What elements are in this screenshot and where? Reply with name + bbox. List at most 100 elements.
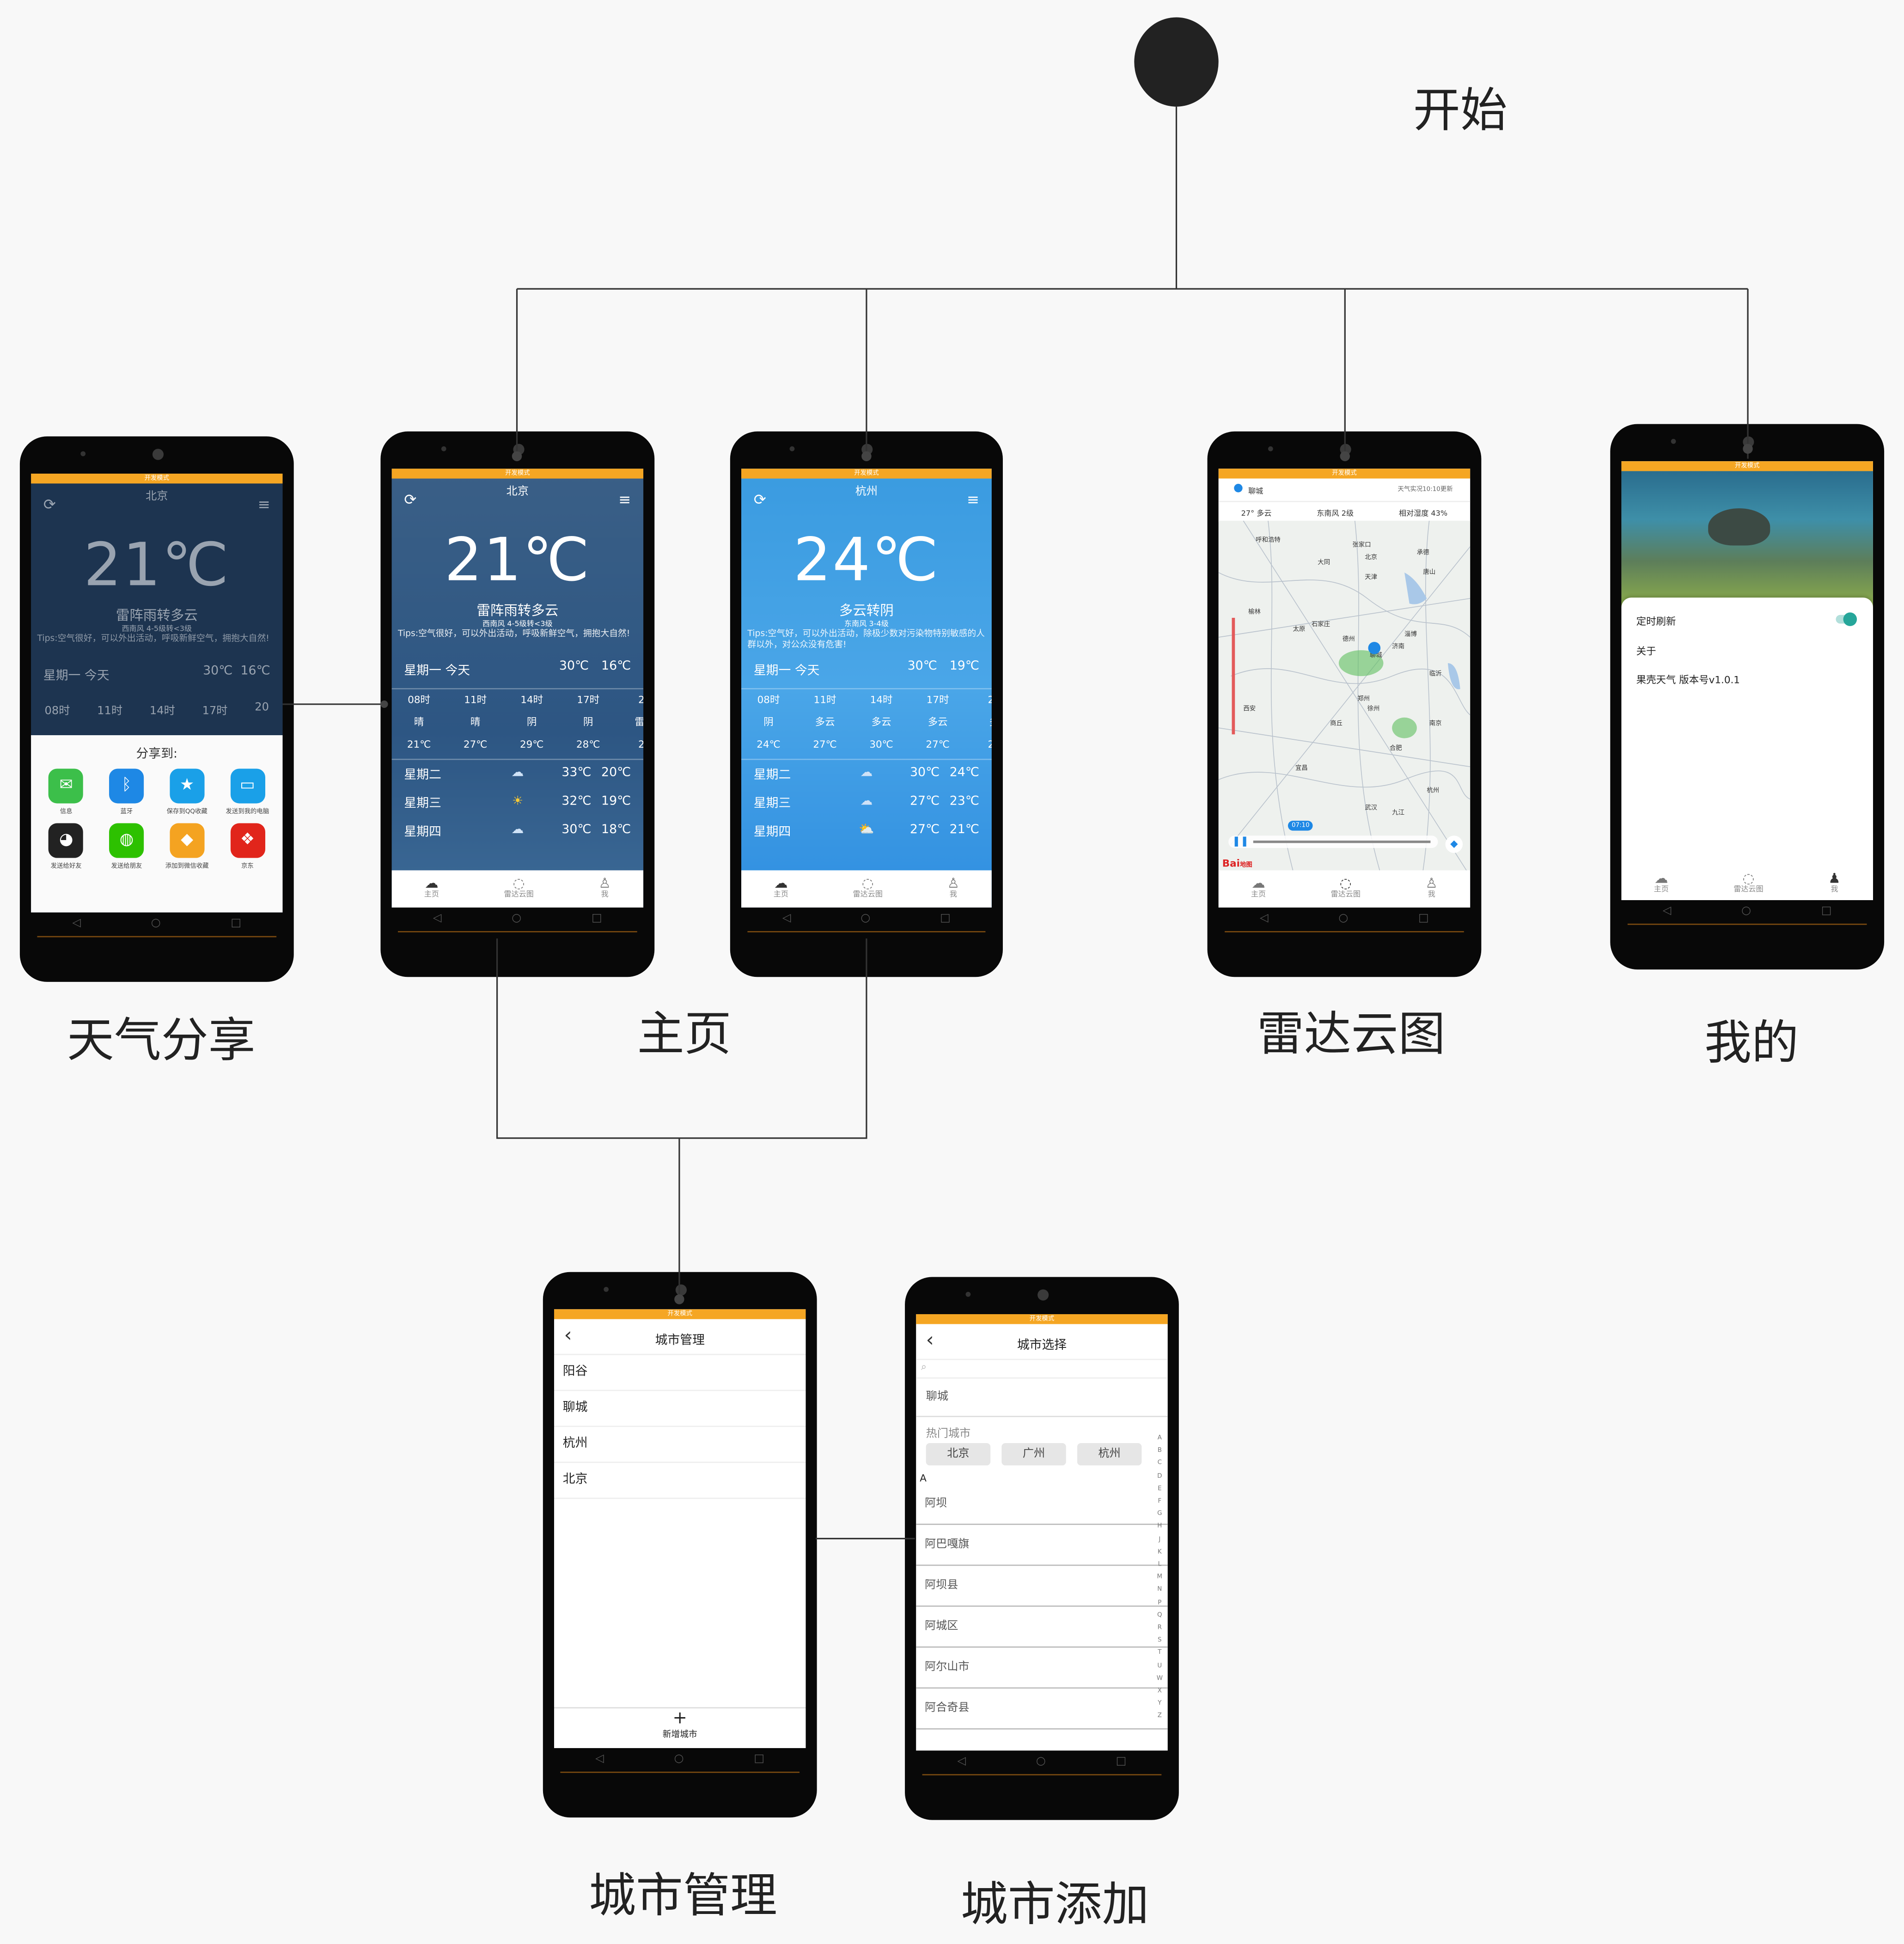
index-letter[interactable]: E [1157,1482,1163,1495]
tab-me[interactable]: ♙ 我 [1425,877,1437,900]
current-city[interactable]: 聊城 [916,1378,1168,1417]
tab-radar[interactable]: ◌ 雷达云图 [1733,871,1763,895]
index-letter[interactable]: A [1157,1432,1163,1444]
pause-icon[interactable]: ❚❚ [1232,835,1249,847]
index-letter[interactable]: S [1157,1634,1163,1647]
back-key-icon[interactable]: ◁ [595,1753,604,1766]
map-marker-icon: ● [1367,638,1382,657]
tab-home[interactable]: ☁ 主页 [424,877,439,900]
day-row[interactable]: 星期三 ☀ 32℃ 19℃ [404,787,631,816]
recent-key-icon[interactable]: □ [1116,1755,1127,1768]
home-key-icon[interactable]: ○ [1338,913,1348,925]
alphabet-index[interactable]: ABCDEFGHJKLMNPQRSTUWXYZ [1157,1432,1163,1723]
tab-home[interactable]: ☁ 主页 [1251,877,1266,900]
index-letter[interactable]: J [1157,1533,1163,1546]
index-letter[interactable]: T [1157,1647,1163,1659]
list-item[interactable]: 阿巴嘎旗 [916,1525,1168,1566]
index-letter[interactable]: D [1157,1470,1163,1482]
refresh-toggle[interactable] [1836,612,1857,626]
index-letter[interactable]: R [1157,1621,1163,1634]
home-key-icon[interactable]: ○ [1741,905,1751,918]
tab-home[interactable]: ☁ 主页 [774,877,788,900]
layers-icon[interactable]: ◆ [1445,835,1463,853]
list-item[interactable]: 北京 [554,1463,806,1499]
setting-about[interactable]: 关于 [1636,645,1656,658]
index-letter[interactable]: H [1157,1520,1163,1533]
index-letter[interactable]: P [1157,1597,1163,1609]
search-input[interactable]: ⌕ [916,1360,1168,1379]
hot-city-chip[interactable]: 广州 [1001,1443,1066,1466]
back-key-icon[interactable]: ◁ [1260,913,1269,925]
list-item[interactable]: 聊城 [554,1391,806,1427]
list-item[interactable]: 阿坝县 [916,1566,1168,1607]
list-item[interactable]: 阳谷 [554,1355,806,1391]
hot-city-chip[interactable]: 北京 [926,1443,991,1466]
index-letter[interactable]: N [1157,1584,1163,1596]
home-key-icon[interactable]: ○ [512,913,521,925]
tab-home[interactable]: ☁ 主页 [1654,871,1669,895]
hourly-forecast[interactable]: 08时晴 21℃ 11时晴 27℃ 14时阴 29℃ 17时阴 28℃ 20雷阵20 [391,688,644,760]
back-key-icon[interactable]: ◁ [433,913,442,925]
day-row[interactable]: 星期四 ☁ 30℃ 18℃ [404,816,631,844]
back-key-icon[interactable]: ◁ [72,917,81,930]
day-row[interactable]: 星期二 ☁ 30℃ 24℃ [754,759,979,787]
list-item[interactable]: 杭州 [554,1427,806,1463]
share-app[interactable]: ▭ 发送到我的电脑 [217,768,278,816]
share-app[interactable]: ◍ 发送给朋友 [97,823,157,870]
back-key-icon[interactable]: ◁ [957,1755,966,1768]
home-key-icon[interactable]: ○ [860,913,870,925]
back-key-icon[interactable]: ◁ [1663,905,1672,918]
recent-key-icon[interactable]: □ [231,917,241,930]
index-letter[interactable]: C [1157,1457,1163,1470]
tab-radar[interactable]: ◌ 雷达云图 [1331,877,1361,900]
hourly-forecast[interactable]: 08时阴 24℃ 11时多云 27℃ 14时多云 30℃ 17时多云 27℃ 20多22 [741,688,992,760]
menu-icon[interactable]: ≡ [967,491,979,508]
share-app[interactable]: ◕ 发送给好友 [36,823,97,870]
index-letter[interactable]: Z [1157,1710,1163,1723]
home-key-icon[interactable]: ○ [151,917,161,930]
hot-city-chip[interactable]: 杭州 [1077,1443,1142,1466]
list-item[interactable]: 阿尔山市 [916,1648,1168,1689]
index-letter[interactable]: B [1157,1444,1163,1457]
day-row[interactable]: 星期二 ☁ 33℃ 20℃ [404,759,631,787]
tab-me[interactable]: ♟ 我 [1828,871,1840,895]
recent-key-icon[interactable]: □ [1821,905,1832,918]
index-letter[interactable]: K [1157,1546,1163,1558]
tab-radar[interactable]: ◌ 雷达云图 [853,877,883,900]
index-letter[interactable]: Y [1157,1698,1163,1710]
index-letter[interactable]: X [1157,1685,1163,1697]
menu-icon[interactable]: ≡ [618,491,631,508]
day-row[interactable]: 星期三 ☁ 27℃ 23℃ [754,787,979,816]
index-letter[interactable]: Q [1157,1609,1163,1621]
tab-me[interactable]: ♙ 我 [598,877,610,900]
index-letter[interactable]: G [1157,1508,1163,1520]
index-letter[interactable]: U [1157,1660,1163,1672]
radar-map[interactable]: 呼和浩特 张家口 北京 大同 天津 唐山 承德 石家庄 济南 郑州 西安 太原 合肥 南京 武汉 杭州 九江 聊城… [1218,520,1471,871]
share-app[interactable]: ᛒ 蓝牙 [97,768,157,816]
add-city-button[interactable]: + 新增城市 [554,1707,806,1748]
playback-bar[interactable]: ❚❚ 07:10 [1228,821,1438,848]
back-key-icon[interactable]: ◁ [782,913,791,925]
share-app[interactable]: ◆ 添加到微信收藏 [157,823,217,870]
index-letter[interactable]: L [1157,1559,1163,1571]
recent-key-icon[interactable]: □ [592,913,602,925]
recent-key-icon[interactable]: □ [754,1753,764,1766]
tab-radar[interactable]: ◌ 雷达云图 [504,877,533,900]
share-app[interactable]: ❖ 京东 [217,823,278,870]
index-letter[interactable]: F [1157,1495,1163,1508]
tab-me[interactable]: ♙ 我 [947,877,959,900]
day-row[interactable]: 星期四 ⛅ 27℃ 21℃ [754,816,979,844]
menu-icon[interactable]: ≡ [258,496,270,513]
setting-refresh[interactable]: 定时刷新 [1636,615,1676,629]
list-item[interactable]: 阿合奇县 [916,1688,1168,1730]
recent-key-icon[interactable]: □ [1418,913,1429,925]
recent-key-icon[interactable]: □ [940,913,951,925]
share-app[interactable]: ✉ 信息 [36,768,97,816]
share-app[interactable]: ★ 保存到QQ收藏 [157,768,217,816]
home-key-icon[interactable]: ○ [1036,1755,1046,1768]
index-letter[interactable]: W [1157,1672,1163,1685]
list-item[interactable]: 阿城区 [916,1607,1168,1648]
list-item[interactable]: 阿坝 [916,1484,1168,1525]
home-key-icon[interactable]: ○ [674,1753,684,1766]
index-letter[interactable]: M [1157,1571,1163,1584]
